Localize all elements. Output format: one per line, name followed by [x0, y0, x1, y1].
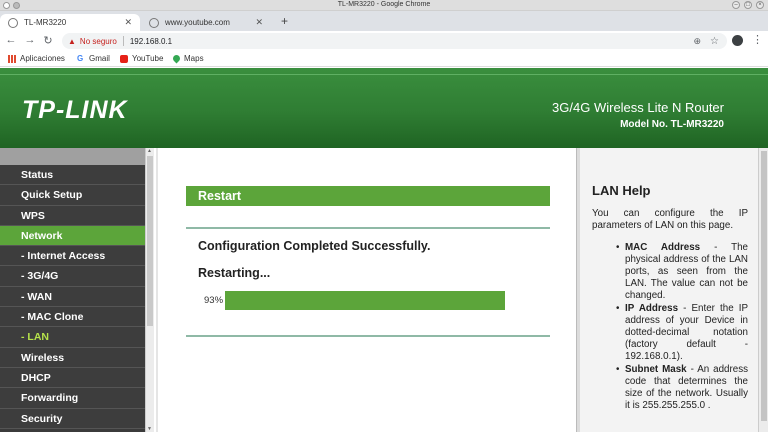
divider-line: [186, 335, 550, 337]
maximize-icon[interactable]: □: [744, 1, 752, 9]
bookmark-apps[interactable]: Aplicaciones: [8, 54, 65, 63]
sidebar-item-status[interactable]: Status: [0, 165, 145, 186]
window-controls: – □ ×: [732, 1, 764, 9]
progress-fill: [225, 291, 505, 310]
sidebar-item-network[interactable]: Network: [0, 225, 145, 247]
help-term: Subnet Mask: [625, 364, 687, 375]
sidebar-item-wps[interactable]: WPS: [0, 205, 145, 226]
scroll-up-icon[interactable]: ▲: [147, 148, 152, 154]
address-bar[interactable]: ▲ No seguro 192.168.0.1 ⊕ ☆: [62, 33, 727, 49]
globe-icon: [149, 17, 159, 28]
router-page: TP-LINK 3G/4G Wireless Lite N Router Mod…: [0, 68, 768, 432]
google-icon: G: [77, 53, 84, 63]
bookmark-label: YouTube: [132, 54, 164, 63]
sidebar-item-internet-access[interactable]: - Internet Access: [0, 246, 145, 267]
sidebar-item-quick-setup[interactable]: Quick Setup: [0, 185, 145, 206]
sidebar-item-dhcp[interactable]: DHCP: [0, 367, 145, 389]
help-item: MAC Address - The physical address of th…: [598, 242, 748, 302]
back-icon[interactable]: ←: [4, 34, 18, 46]
header-banner: TP-LINK 3G/4G Wireless Lite N Router Mod…: [0, 68, 768, 148]
scrollbar-thumb[interactable]: [147, 156, 153, 326]
tab-tl-mr3220[interactable]: TL-MR3220 ✕: [0, 14, 140, 31]
scroll-down-icon[interactable]: ▼: [147, 426, 152, 432]
sidebar-item-3g-4g[interactable]: - 3G/4G: [0, 266, 145, 287]
forward-icon[interactable]: →: [23, 34, 37, 46]
close-window-icon[interactable]: ×: [756, 1, 764, 9]
security-label: No seguro: [79, 36, 117, 46]
product-name: 3G/4G Wireless Lite N Router: [552, 100, 724, 115]
sidebar-item-mac-clone[interactable]: - MAC Clone: [0, 307, 145, 328]
sidebar-item-wireless[interactable]: Wireless: [0, 347, 145, 368]
status-message: Restarting...: [198, 266, 271, 280]
zoom-icon[interactable]: ⊕: [693, 36, 701, 47]
warning-icon: ▲: [68, 36, 76, 46]
sidebar-item-wan[interactable]: - WAN: [0, 286, 145, 308]
bookmark-label: Gmail: [89, 54, 110, 63]
tab-youtube[interactable]: www.youtube.com ✕: [141, 14, 271, 31]
bookmark-label: Maps: [184, 54, 204, 63]
apps-grid-icon: [8, 54, 16, 63]
model-number: Model No. TL-MR3220: [620, 119, 724, 130]
profile-avatar-icon[interactable]: [732, 35, 743, 46]
bookmark-star-icon[interactable]: ☆: [710, 36, 719, 47]
window-title: TL-MR3220 - Google Chrome: [337, 1, 431, 8]
new-tab-button[interactable]: +: [281, 14, 288, 28]
help-term: IP Address: [625, 303, 679, 314]
sidebar-menu: Status Quick Setup WPS Network - Internet Ac…: [0, 148, 145, 432]
sidebar-header: [0, 148, 145, 165]
maps-pin-icon: [171, 53, 182, 64]
minimize-icon[interactable]: –: [732, 1, 740, 9]
scrollbar-thumb[interactable]: [761, 151, 767, 421]
sidebar-scrollbar[interactable]: ▲ ▼: [145, 148, 154, 432]
close-tab-icon[interactable]: ✕: [124, 17, 132, 28]
success-message: Configuration Completed Successfully.: [198, 239, 431, 253]
help-title: LAN Help: [592, 183, 651, 198]
url-text: 192.168.0.1: [129, 36, 173, 46]
address-separator: [122, 36, 124, 46]
browser-toolbar: ← → ↻ ▲ No seguro 192.168.0.1 ⊕ ☆: [0, 31, 768, 51]
sidebar-item-lan[interactable]: - LAN: [0, 327, 145, 348]
chrome-menu-icon[interactable]: ⋮: [752, 33, 763, 46]
bookmark-youtube[interactable]: YouTube: [120, 54, 163, 63]
menu-list: Status Quick Setup WPS Network - Internet Ac…: [0, 165, 145, 429]
help-term: MAC Address: [625, 242, 701, 253]
help-item: IP Address - Enter the IP address of you…: [598, 303, 748, 363]
bookmark-maps[interactable]: Maps: [171, 53, 204, 64]
globe-icon: [8, 17, 18, 28]
sidebar-item-forwarding[interactable]: Forwarding: [0, 388, 145, 409]
progress-bar: [225, 291, 526, 310]
tab-strip: TL-MR3220 ✕ www.youtube.com ✕ +: [0, 11, 768, 31]
close-tab-icon[interactable]: ✕: [255, 17, 263, 28]
banner-stripe: [0, 74, 768, 75]
help-intro: You can configure the IP parameters of L…: [592, 208, 748, 231]
reload-icon[interactable]: ↻: [41, 34, 55, 47]
help-panel: LAN Help You can configure the IP parame…: [580, 148, 758, 432]
divider-line: [186, 227, 550, 229]
progress-percent: 93%: [204, 295, 224, 306]
bookmark-label: Aplicaciones: [20, 54, 65, 63]
help-list: MAC Address - The physical address of th…: [598, 242, 748, 413]
bookmark-gmail[interactable]: G Gmail: [77, 54, 110, 63]
section-title: Restart: [186, 186, 550, 206]
tab-label: www.youtube.com: [165, 18, 230, 27]
window-titlebar: TL-MR3220 - Google Chrome – □ ×: [0, 0, 768, 11]
youtube-icon: [120, 54, 128, 63]
tab-label: TL-MR3220: [24, 18, 67, 27]
sidebar-item-security[interactable]: Security: [0, 408, 145, 429]
help-item: Subnet Mask - An address code that deter…: [598, 364, 748, 412]
tp-link-logo: TP-LINK: [22, 96, 128, 124]
help-scrollbar[interactable]: [758, 148, 768, 432]
main-panel: Restart Configuration Completed Successf…: [156, 148, 576, 432]
bookmarks-bar: Aplicaciones G Gmail YouTube Maps: [0, 51, 768, 67]
